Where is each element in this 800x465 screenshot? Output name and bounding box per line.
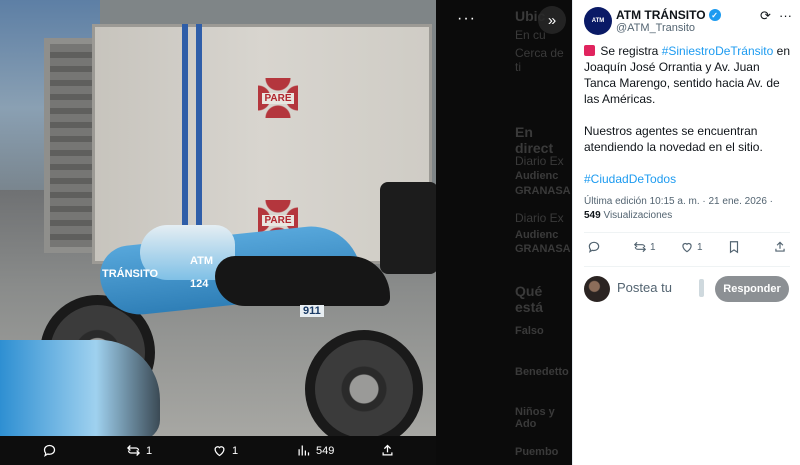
background-text: Diario Ex: [515, 154, 564, 168]
media-repost-button[interactable]: 1: [126, 443, 152, 458]
background-text: Diario Ex: [515, 211, 564, 225]
pare-sign-label: PARE: [262, 214, 294, 226]
text-cursor: [699, 279, 704, 297]
media-repost-count: 1: [146, 444, 153, 457]
motorcycle-plate-number: 911: [300, 305, 324, 317]
reply-button[interactable]: [587, 240, 601, 254]
background-text: En direct: [515, 124, 554, 156]
pare-sign-label: PARE: [262, 92, 294, 104]
views-label: Visualizaciones: [600, 210, 673, 221]
alarm-icon: [584, 45, 595, 56]
post-detail-panel: ATM ATM TRÁNSITO ✓ @ATM_Transito ⟳ ··· S…: [572, 0, 800, 465]
verified-badge-icon: ✓: [708, 9, 721, 21]
media-action-bar: 1 1 549: [0, 436, 436, 465]
background-text: Audienc: [515, 170, 559, 182]
share-icon: [775, 241, 785, 252]
divider: [584, 232, 790, 233]
motorcycle-atm-label: ATM: [190, 255, 214, 267]
share-button[interactable]: [773, 240, 787, 254]
media-like-button[interactable]: 1: [212, 443, 238, 458]
repost-button[interactable]: 1: [633, 240, 656, 254]
post-viewer: PARE PARE TRÁNSITO 124 ATM 911 Ubic En c…: [0, 0, 800, 465]
more-icon[interactable]: ···: [779, 8, 792, 23]
post-text-prefix: Se registra: [597, 44, 662, 58]
media-views-count: 549: [316, 444, 335, 457]
media-share-button[interactable]: [380, 443, 395, 458]
author-name[interactable]: ATM TRÁNSITO ✓: [616, 8, 721, 22]
author-name-text: ATM TRÁNSITO: [616, 8, 706, 22]
hashtag-link[interactable]: #CiudadDeTodos: [584, 172, 676, 186]
photo-truck-stripe: [196, 24, 202, 239]
heart-icon: [682, 242, 692, 253]
media-reply-button[interactable]: [42, 443, 57, 458]
post-paragraph: Nuestros agentes se encuentran atendiend…: [584, 124, 763, 154]
expand-icon[interactable]: »: [538, 6, 566, 34]
bookmark-button[interactable]: [727, 240, 741, 254]
reply-icon: [43, 444, 56, 457]
hashtag-link[interactable]: #SiniestroDeTránsito: [662, 44, 774, 58]
background-text: Cerca de ti: [515, 46, 564, 74]
views-icon: [298, 445, 310, 456]
like-count: 1: [697, 241, 703, 253]
motorcycle-unit-number: 124: [190, 278, 209, 290]
post-photo[interactable]: PARE PARE TRÁNSITO 124 ATM 911: [0, 0, 436, 436]
heart-icon: [214, 446, 225, 457]
motorcycle-top-box: [380, 182, 436, 274]
views-count: 549: [584, 210, 601, 221]
media-panel: PARE PARE TRÁNSITO 124 ATM 911 Ubic En c…: [0, 0, 572, 465]
share-icon: [382, 444, 393, 456]
background-text: Niños y Ado: [515, 406, 555, 430]
repost-icon: [126, 445, 141, 456]
pare-sign: PARE: [258, 78, 298, 118]
background-feed: Ubic En cu Cerca de ti En direct Diario …: [436, 0, 572, 465]
post-timestamp[interactable]: Última edición 10:15 a. m. · 21 ene. 202…: [584, 196, 773, 207]
more-options-icon[interactable]: ···: [457, 10, 476, 28]
background-text: En cu: [515, 28, 546, 42]
motorcycle-seat: [215, 256, 390, 306]
photo-truck-stripe: [182, 24, 188, 239]
grok-icon[interactable]: ⟳: [760, 8, 771, 24]
repost-icon: [633, 241, 647, 253]
avatar-text: ATM: [591, 18, 605, 24]
media-like-count: 1: [232, 444, 239, 457]
post-text: Se registra #SiniestroDeTránsito en Joaq…: [584, 43, 794, 203]
divider: [584, 266, 790, 267]
background-text: Benedetto: [515, 366, 569, 378]
post-paragraph: Se registra #SiniestroDeTránsito en Joaq…: [584, 43, 794, 107]
background-text: Audienc: [515, 229, 559, 241]
reply-input[interactable]: Postea tu: [617, 280, 672, 295]
background-text: Puembo: [515, 446, 559, 458]
motorcycle-rear-wheel: [305, 330, 423, 436]
background-text: GRANASA: [515, 243, 571, 255]
background-text: Falso: [515, 325, 544, 337]
bookmark-icon: [729, 241, 739, 254]
author-avatar[interactable]: ATM: [584, 7, 612, 35]
post-actions: 1 1: [573, 240, 800, 260]
author-handle[interactable]: @ATM_Transito: [616, 22, 695, 34]
media-views-button[interactable]: 549: [296, 443, 334, 458]
background-text: GRANASA: [515, 185, 571, 197]
photo-foreground-motorcycle: [0, 340, 160, 436]
reply-submit-button[interactable]: Responder: [715, 276, 789, 302]
post-views: 549 Visualizaciones: [584, 210, 672, 221]
user-avatar: [584, 276, 610, 302]
repost-count: 1: [650, 241, 656, 253]
motorcycle-transito-label: TRÁNSITO: [102, 268, 159, 280]
reply-composer: Postea tu Responder: [573, 272, 800, 306]
reply-icon: [588, 241, 600, 253]
like-button[interactable]: 1: [680, 240, 703, 254]
background-text: Qué está: [515, 283, 544, 315]
